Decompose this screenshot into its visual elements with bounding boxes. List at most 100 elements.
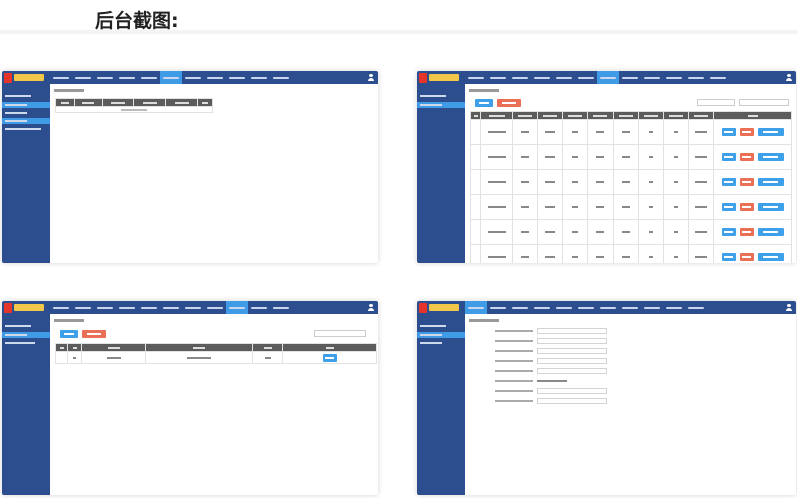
- sidebar: [417, 314, 465, 495]
- form-input[interactable]: [537, 348, 607, 354]
- top-navbar: [2, 71, 378, 84]
- nav-item[interactable]: [531, 301, 553, 314]
- table-header-cell: [562, 111, 589, 120]
- nav-item[interactable]: [553, 71, 575, 84]
- nav-item[interactable]: [509, 71, 531, 84]
- form-input[interactable]: [537, 388, 607, 394]
- search-input[interactable]: [739, 99, 789, 106]
- nav-item[interactable]: [531, 71, 553, 84]
- nav-item[interactable]: [465, 71, 487, 84]
- form-input[interactable]: [537, 338, 607, 344]
- nav-item[interactable]: [685, 71, 707, 84]
- data-table: [54, 98, 213, 113]
- top-nav: [50, 71, 292, 84]
- user-icon[interactable]: [368, 74, 374, 81]
- nav-item[interactable]: [663, 301, 685, 314]
- batch-delete-button[interactable]: [82, 330, 106, 338]
- nav-item[interactable]: [116, 71, 138, 84]
- form-input[interactable]: [537, 368, 607, 374]
- table-header-cell: [67, 343, 82, 352]
- nav-item[interactable]: [50, 301, 72, 314]
- empty-row: [55, 106, 213, 113]
- nav-item-active[interactable]: [160, 71, 182, 84]
- form-input[interactable]: [537, 358, 607, 364]
- table-header-cell: [165, 98, 199, 107]
- sidebar-item[interactable]: [2, 110, 50, 116]
- sidebar-item[interactable]: [2, 332, 50, 338]
- nav-item-active[interactable]: [226, 301, 248, 314]
- nav-item[interactable]: [575, 71, 597, 84]
- form-input[interactable]: [537, 398, 607, 404]
- add-button[interactable]: [475, 99, 493, 107]
- user-icon[interactable]: [368, 304, 374, 311]
- nav-item[interactable]: [138, 71, 160, 84]
- nav-item[interactable]: [72, 71, 94, 84]
- table-header-cell: [197, 98, 213, 107]
- content-area: [465, 314, 796, 495]
- form-row: [495, 378, 607, 384]
- nav-item[interactable]: [226, 71, 248, 84]
- sidebar-item[interactable]: [2, 118, 50, 124]
- form-row: [495, 398, 607, 404]
- sidebar-item[interactable]: [2, 102, 50, 108]
- nav-item[interactable]: [663, 71, 685, 84]
- table-row: [470, 169, 792, 195]
- nav-item[interactable]: [182, 301, 204, 314]
- nav-item[interactable]: [50, 71, 72, 84]
- user-icon[interactable]: [786, 74, 792, 81]
- nav-item[interactable]: [641, 71, 663, 84]
- nav-item[interactable]: [270, 301, 292, 314]
- search-input[interactable]: [314, 330, 366, 337]
- nav-item[interactable]: [72, 301, 94, 314]
- nav-item[interactable]: [487, 301, 509, 314]
- nav-item[interactable]: [160, 301, 182, 314]
- nav-item[interactable]: [575, 301, 597, 314]
- nav-item[interactable]: [553, 301, 575, 314]
- admin-screenshot-3: [2, 301, 378, 495]
- add-button[interactable]: [60, 330, 78, 338]
- sidebar-item[interactable]: [2, 340, 50, 346]
- nav-item[interactable]: [619, 301, 641, 314]
- nav-item[interactable]: [248, 71, 270, 84]
- nav-item-active[interactable]: [597, 71, 619, 84]
- nav-item[interactable]: [707, 71, 729, 84]
- sidebar-heading: [420, 322, 462, 329]
- content-area: [50, 314, 378, 495]
- nav-item[interactable]: [116, 301, 138, 314]
- sidebar-item[interactable]: [417, 102, 465, 108]
- form-input[interactable]: [537, 328, 607, 334]
- nav-item[interactable]: [270, 71, 292, 84]
- breadcrumb: [469, 319, 499, 322]
- admin-screenshot-2: [417, 71, 796, 263]
- nav-item[interactable]: [509, 301, 531, 314]
- nav-item[interactable]: [487, 71, 509, 84]
- table-row: [470, 144, 792, 170]
- nav-item[interactable]: [94, 71, 116, 84]
- batch-delete-button[interactable]: [497, 99, 521, 107]
- form-row: [495, 388, 607, 394]
- nav-item[interactable]: [204, 71, 226, 84]
- breadcrumb: [469, 89, 499, 92]
- form-value: [537, 378, 607, 384]
- nav-item[interactable]: [248, 301, 270, 314]
- nav-item[interactable]: [94, 301, 116, 314]
- form-row: [495, 368, 607, 374]
- nav-item[interactable]: [204, 301, 226, 314]
- table-header-cell: [55, 343, 68, 352]
- nav-item[interactable]: [619, 71, 641, 84]
- nav-item-active[interactable]: [465, 301, 487, 314]
- table-header-cell: [145, 343, 253, 352]
- table-header-cell: [637, 111, 664, 120]
- nav-item[interactable]: [182, 71, 204, 84]
- nav-item[interactable]: [138, 301, 160, 314]
- sidebar-item[interactable]: [417, 340, 465, 346]
- nav-item[interactable]: [597, 301, 619, 314]
- nav-item[interactable]: [685, 301, 707, 314]
- user-icon[interactable]: [786, 304, 792, 311]
- sidebar-item[interactable]: [417, 332, 465, 338]
- sidebar-item[interactable]: [2, 126, 50, 132]
- filter-select[interactable]: [697, 99, 735, 106]
- breadcrumb: [54, 319, 84, 322]
- nav-item[interactable]: [641, 301, 663, 314]
- table-row: [470, 219, 792, 245]
